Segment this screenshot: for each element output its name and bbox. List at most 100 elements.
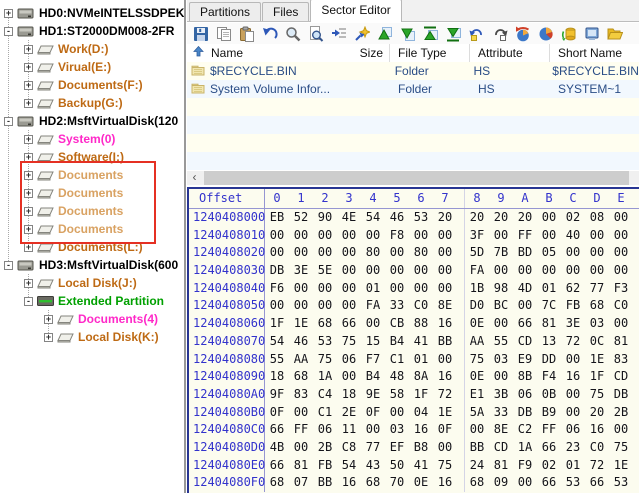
tree-item-virual-e[interactable]: +Virual(E:): [0, 58, 184, 76]
expand-icon[interactable]: +: [24, 45, 33, 54]
hex-byte[interactable]: FA: [361, 297, 385, 315]
hex-byte[interactable]: F8: [385, 227, 409, 245]
hex-byte[interactable]: 05: [537, 244, 561, 262]
hex-byte[interactable]: 00: [385, 244, 409, 262]
hex-byte[interactable]: 75: [585, 386, 609, 404]
hex-byte[interactable]: 00: [289, 297, 313, 315]
hex-byte[interactable]: 75: [609, 439, 633, 457]
column-header-name[interactable]: Name: [187, 44, 337, 62]
hex-byte[interactable]: 1A: [313, 368, 337, 386]
hex-byte[interactable]: 1A: [513, 439, 537, 457]
expand-icon[interactable]: +: [24, 81, 33, 90]
hex-byte[interactable]: 80: [409, 244, 433, 262]
hex-byte[interactable]: 46: [289, 333, 313, 351]
arrow-up-icon[interactable]: [377, 26, 393, 42]
hex-byte[interactable]: BB: [433, 333, 457, 351]
hex-byte[interactable]: F7: [361, 351, 385, 369]
tree-item-work-d[interactable]: +Work(D:): [0, 40, 184, 58]
hex-byte[interactable]: 00: [561, 404, 585, 422]
hex-byte[interactable]: 3F: [464, 227, 489, 245]
hex-byte[interactable]: 1E: [585, 351, 609, 369]
hex-byte[interactable]: 00: [537, 262, 561, 280]
hex-byte[interactable]: 0E: [464, 368, 489, 386]
hex-byte[interactable]: 54: [337, 457, 361, 475]
hex-byte[interactable]: 5E: [313, 262, 337, 280]
hex-byte[interactable]: AA: [289, 351, 313, 369]
hex-byte[interactable]: 00: [585, 244, 609, 262]
hex-byte[interactable]: 00: [433, 227, 457, 245]
file-row-system-volume-infor[interactable]: System Volume Infor...FolderHSSYSTEM~1: [187, 80, 639, 98]
hex-byte[interactable]: B8: [409, 439, 433, 457]
hex-byte[interactable]: 5D: [464, 244, 489, 262]
hex-byte[interactable]: 00: [409, 262, 433, 280]
hex-byte[interactable]: 16: [409, 421, 433, 439]
hex-byte[interactable]: 0E: [409, 474, 433, 492]
scrollbar-thumb[interactable]: [204, 171, 629, 185]
hex-byte[interactable]: 8E: [433, 297, 457, 315]
arrow-down-icon[interactable]: [400, 26, 416, 42]
hex-byte[interactable]: 01: [409, 351, 433, 369]
hex-byte[interactable]: 83: [609, 351, 633, 369]
hex-byte[interactable]: 40: [561, 227, 585, 245]
hex-byte[interactable]: 15: [361, 333, 385, 351]
hex-byte[interactable]: BB: [313, 474, 337, 492]
hex-byte[interactable]: 01: [537, 280, 561, 298]
tree-item-hd1-st2000dm008-2fr[interactable]: -HD1:ST2000DM008-2FR: [0, 22, 184, 40]
column-header-attribute[interactable]: Attribute: [470, 44, 550, 62]
expand-icon[interactable]: +: [24, 99, 33, 108]
hex-byte[interactable]: 20: [464, 209, 489, 227]
tree-item-local-disk-k[interactable]: +Local Disk(K:): [0, 328, 184, 346]
tree-item-hd0-nvmeintelssdpek[interactable]: +HD0:NVMeINTELSSDPEK: [0, 4, 184, 22]
expand-icon[interactable]: +: [24, 279, 33, 288]
hex-byte[interactable]: C0: [585, 439, 609, 457]
hex-byte[interactable]: EB: [265, 209, 289, 227]
column-header-filetype[interactable]: File Type: [390, 44, 470, 62]
hex-byte[interactable]: 70: [385, 474, 409, 492]
undo-step-icon[interactable]: [469, 26, 485, 42]
hex-byte[interactable]: 81: [537, 315, 561, 333]
hex-byte[interactable]: 55: [489, 333, 513, 351]
hex-byte[interactable]: 8B: [513, 368, 537, 386]
hex-byte[interactable]: 3B: [489, 386, 513, 404]
hex-byte[interactable]: 20: [433, 209, 457, 227]
horizontal-scrollbar[interactable]: ‹: [187, 171, 639, 185]
hex-byte[interactable]: 00: [513, 262, 537, 280]
hex-byte[interactable]: 00: [561, 262, 585, 280]
hex-byte[interactable]: 77: [361, 439, 385, 457]
hex-byte[interactable]: CB: [385, 315, 409, 333]
hex-byte[interactable]: F6: [265, 280, 289, 298]
hex-byte[interactable]: FB: [313, 457, 337, 475]
hex-byte[interactable]: 09: [489, 474, 513, 492]
tree-item-documents-f[interactable]: +Documents(F:): [0, 76, 184, 94]
hex-byte[interactable]: 00: [561, 244, 585, 262]
computer-icon[interactable]: [584, 26, 600, 42]
hex-byte[interactable]: 00: [337, 280, 361, 298]
hex-byte[interactable]: 06: [561, 421, 585, 439]
hex-byte[interactable]: 13: [537, 333, 561, 351]
hex-byte[interactable]: 00: [265, 244, 289, 262]
hex-byte[interactable]: 1F: [409, 386, 433, 404]
hex-byte[interactable]: 0C: [585, 333, 609, 351]
hex-byte[interactable]: 11: [337, 421, 361, 439]
hex-byte[interactable]: 02: [561, 209, 585, 227]
hex-byte[interactable]: 00: [537, 227, 561, 245]
hex-byte[interactable]: 55: [265, 351, 289, 369]
hex-byte[interactable]: 00: [464, 421, 489, 439]
hex-byte[interactable]: 72: [433, 386, 457, 404]
tree-item-backup-g[interactable]: +Backup(G:): [0, 94, 184, 112]
hex-byte[interactable]: 52: [289, 209, 313, 227]
hex-byte[interactable]: 06: [337, 351, 361, 369]
hex-byte[interactable]: 00: [313, 244, 337, 262]
column-header-shortname[interactable]: Short Name: [550, 44, 639, 62]
hex-byte[interactable]: 18: [337, 386, 361, 404]
hex-byte[interactable]: 33: [489, 404, 513, 422]
hex-byte[interactable]: 00: [313, 280, 337, 298]
hex-byte[interactable]: 8E: [489, 421, 513, 439]
hex-byte[interactable]: BC: [489, 297, 513, 315]
hex-byte[interactable]: F9: [513, 457, 537, 475]
file-row-recycle-bin[interactable]: $RECYCLE.BINFolderHS$RECYCLE.BIN: [187, 62, 639, 80]
hex-byte[interactable]: 00: [489, 262, 513, 280]
hex-byte[interactable]: 77: [585, 280, 609, 298]
hex-byte[interactable]: 50: [385, 457, 409, 475]
hex-byte[interactable]: 1B: [464, 280, 489, 298]
